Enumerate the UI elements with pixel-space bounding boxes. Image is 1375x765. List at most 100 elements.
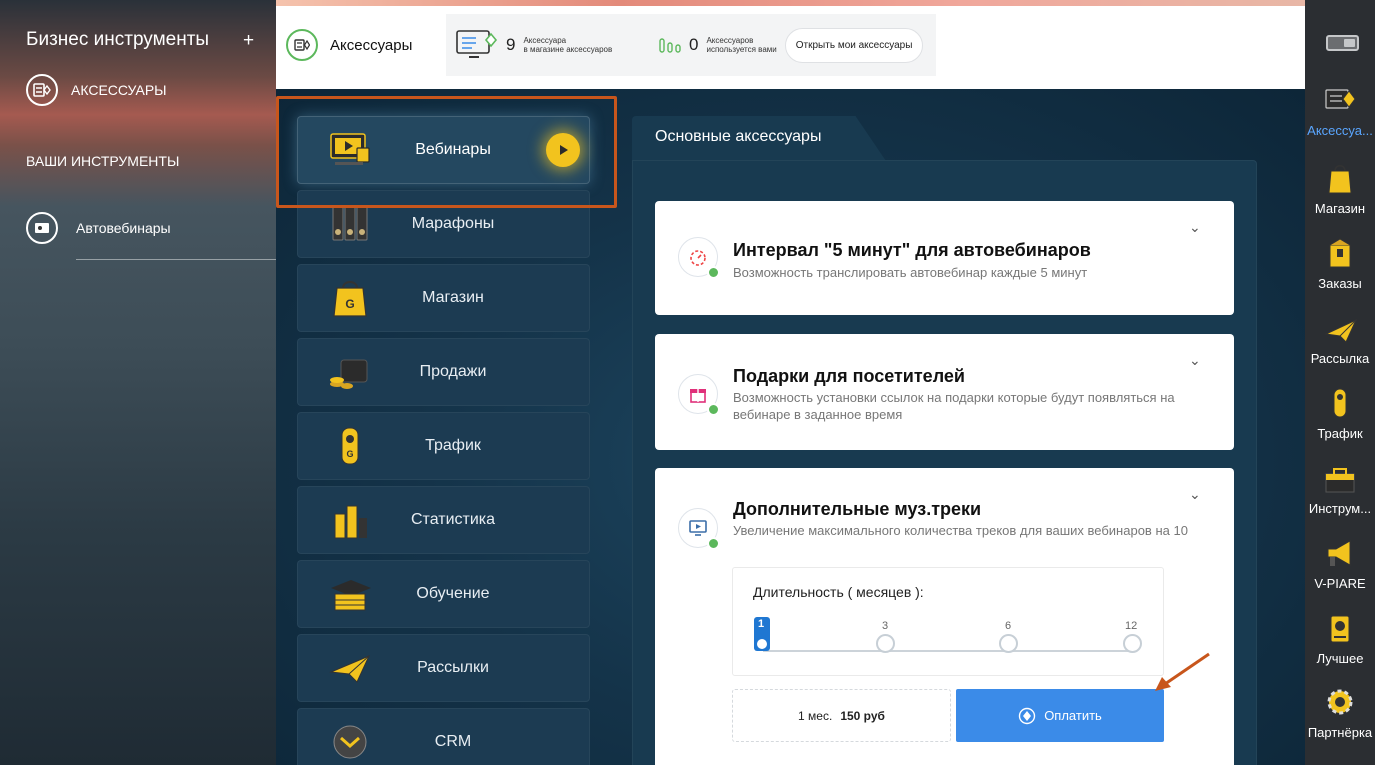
duration-label: Длительность ( месяцев ): <box>753 584 924 600</box>
duration-slider-handle[interactable]: 1 <box>754 617 770 651</box>
gift-icon <box>678 374 720 416</box>
toolbox-icon <box>1325 468 1355 493</box>
svg-text:G: G <box>345 297 354 311</box>
divider <box>76 259 276 260</box>
store-count: 9 <box>506 35 516 54</box>
duration-option-3[interactable] <box>876 634 895 653</box>
monitor-icon <box>456 30 498 58</box>
card-description: Возможность установки ссылок на подарки … <box>733 390 1175 422</box>
sidebar-item-label: АКСЕССУАРЫ <box>71 82 167 98</box>
right-sidebar: Аксессуа... Магазин Заказы Рассылка Траф… <box>1305 0 1375 765</box>
used-caption-2: используется вами <box>706 45 777 54</box>
shop-bag-icon <box>1328 164 1352 194</box>
gear-icon <box>1327 689 1353 715</box>
used-accessories-stat: 0 Аксессуаров используется вами Открыть м… <box>651 14 936 76</box>
accessories-icon <box>286 29 318 61</box>
chevron-down-icon[interactable]: ⌄ <box>1189 219 1201 236</box>
category-mailings[interactable]: Рассылки <box>297 634 590 702</box>
category-label: Статистика <box>410 511 496 528</box>
sidebar-item-autowebinars[interactable]: Автовебинары <box>26 212 171 244</box>
traffic-light-icon: G <box>341 427 359 465</box>
accessory-card-expanded[interactable]: Дополнительные муз.треки Увеличение макс… <box>655 468 1234 765</box>
add-tool-button[interactable]: + <box>243 30 254 52</box>
right-item-label: Лучшее <box>1316 651 1364 666</box>
accessory-card[interactable]: Интервал "5 минут" для автовебинаров Воз… <box>655 201 1234 315</box>
right-item-tools[interactable]: Инструм... <box>1305 462 1375 516</box>
left-sidebar: Бизнес инструменты + АКСЕССУАРЫ ВАШИ ИНС… <box>0 0 276 765</box>
category-crm[interactable]: CRM <box>297 708 590 765</box>
annotation-arrow-icon <box>1155 652 1210 691</box>
card-title: Дополнительные муз.треки <box>733 499 982 519</box>
best-icon <box>1330 615 1350 643</box>
sidebar-item-label: Автовебинары <box>76 220 171 236</box>
right-item-label: V-PIARE <box>1314 576 1366 591</box>
tab-main-accessories[interactable]: Основные аксессуары <box>632 116 886 161</box>
category-label: CRM <box>434 733 472 750</box>
store-caption-2: в магазине аксессуаров <box>523 45 613 54</box>
category-label: Продажи <box>419 363 487 380</box>
accessory-card[interactable]: Подарки для посетителей Возможность уста… <box>655 334 1234 450</box>
category-label: Рассылки <box>417 659 489 676</box>
right-item-shop[interactable]: Магазин <box>1305 162 1375 216</box>
right-item-vpiare[interactable]: V-PIARE <box>1305 537 1375 591</box>
open-my-accessories-button[interactable]: Открыть мои аксессуары <box>784 27 924 63</box>
category-label: Магазин <box>422 289 484 306</box>
store-accessories-stat: 9 Аксессуара в магазине аксессуаров <box>446 14 651 76</box>
card-title: Интервал "5 минут" для автовебинаров <box>733 240 1091 260</box>
duration-selector: Длительность ( месяцев ): 1 3 6 12 <box>732 567 1164 676</box>
bars-icon <box>659 38 681 53</box>
right-item-traffic[interactable]: Трафик <box>1305 387 1375 441</box>
statistics-icon <box>334 505 367 539</box>
right-item-label: Аксессуа... <box>1307 123 1373 138</box>
price-value: 150 руб <box>840 708 885 723</box>
chevron-down-icon[interactable]: ⌄ <box>1189 352 1201 369</box>
used-count: 0 <box>689 35 699 54</box>
right-item-best[interactable]: Лучшее <box>1305 612 1375 666</box>
duration-track <box>763 650 1133 652</box>
category-traffic[interactable]: G Трафик <box>297 412 590 480</box>
used-caption: Аксессуаров <box>706 36 754 45</box>
accessories-icon <box>1325 89 1356 109</box>
duration-option-12[interactable] <box>1123 634 1142 653</box>
page-title: Аксессуары <box>330 36 413 54</box>
pay-button[interactable]: Оплатить <box>956 689 1164 742</box>
highlight-frame <box>276 96 617 208</box>
right-item-partner[interactable]: Партнёрка <box>1305 686 1375 740</box>
top-decor-strip <box>276 0 1305 6</box>
duration-option-6[interactable] <box>999 634 1018 653</box>
webinar-icon <box>26 212 58 244</box>
category-label: Марафоны <box>411 215 495 232</box>
price-display: 1 мес. 150 руб <box>732 689 951 742</box>
right-item-accessories[interactable]: Аксессуа... <box>1305 84 1375 138</box>
right-item-label: Партнёрка <box>1307 725 1373 740</box>
category-sales[interactable]: Продажи <box>297 338 590 406</box>
paper-plane-icon <box>1324 318 1358 343</box>
section-title: ВАШИ ИНСТРУМЕНТЫ <box>26 153 180 169</box>
right-item-orders[interactable]: Заказы <box>1305 237 1375 291</box>
top-bar: Аксессуары 9 Аксессуара в магазине аксесс… <box>276 0 1305 89</box>
right-item-label: Трафик <box>1317 426 1363 441</box>
sidebar-item-accessories[interactable]: АКСЕССУАРЫ <box>26 74 167 106</box>
chevron-down-icon[interactable]: ⌄ <box>1189 486 1201 503</box>
svg-text:G: G <box>346 449 353 459</box>
crm-icon <box>333 725 367 759</box>
accessories-header: Аксессуары <box>276 14 446 76</box>
graduation-cap-icon <box>331 580 371 611</box>
right-item-mailing[interactable]: Рассылка <box>1305 312 1375 366</box>
card-description: Возможность транслировать автовебинар ка… <box>733 265 1088 280</box>
category-education[interactable]: Обучение <box>297 560 590 628</box>
sidebar-toggle[interactable] <box>1326 35 1359 51</box>
duration-option-label: 12 <box>1125 620 1138 632</box>
store-caption: Аксессуара <box>523 36 567 45</box>
category-shop[interactable]: G Магазин <box>297 264 590 332</box>
wallet-coins-icon <box>330 359 368 389</box>
category-statistics[interactable]: Статистика <box>297 486 590 554</box>
right-item-label: Рассылка <box>1310 351 1370 366</box>
traffic-light-icon <box>1333 388 1347 418</box>
accessories-icon <box>26 74 58 106</box>
marathon-icon <box>332 205 368 241</box>
category-label: Обучение <box>416 585 490 602</box>
category-label: Трафик <box>425 437 481 454</box>
card-description: Увеличение максимального количества трек… <box>733 523 1188 538</box>
megaphone-icon <box>1327 540 1351 566</box>
